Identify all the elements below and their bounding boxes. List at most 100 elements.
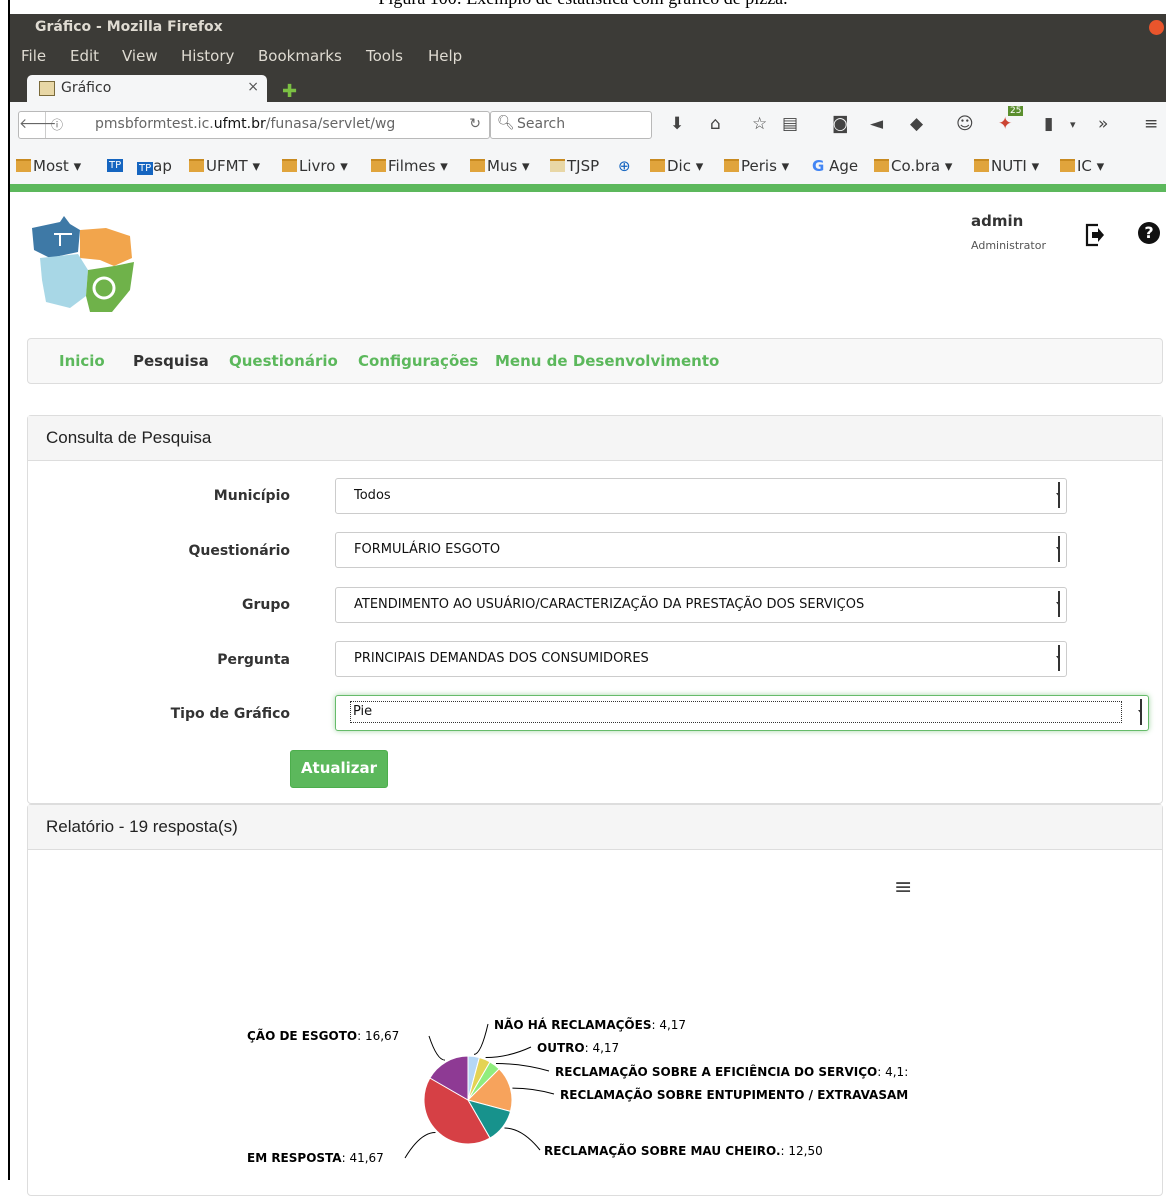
nav-pesquisa[interactable]: Pesquisa [133, 352, 209, 370]
bookmark-label: Age [829, 157, 859, 175]
bookmarks-bar: Most ▾ TP TP ap UFMT ▾ Livro ▾ Filmes ▾ M… [10, 148, 1166, 184]
grupo-select[interactable]: ATENDIMENTO AO USUÁRIO/CARACTERIZAÇÃO DA… [335, 587, 1067, 623]
figure-caption: Figura 100: Exemplo de estatística com g… [0, 0, 1166, 8]
menu-history[interactable]: History [181, 47, 234, 65]
pergunta-select[interactable]: PRINCIPAIS DEMANDAS DOS CONSUMIDORES [335, 641, 1067, 677]
questionario-label: Questionário [188, 543, 290, 559]
info-icon[interactable]: ⓘ [51, 116, 63, 133]
bookmark-ap[interactable]: TP ap [137, 157, 172, 175]
folder-icon [189, 159, 204, 172]
relatorio-panel: Relatório - 19 resposta(s) ≡ [27, 804, 1163, 1196]
bookmark-age[interactable]: G Age [812, 157, 858, 175]
bookmark-ic[interactable]: IC ▾ [1060, 157, 1104, 175]
chart-menu-icon[interactable]: ≡ [894, 875, 912, 900]
questionario-select[interactable]: FORMULÁRIO ESGOTO [335, 532, 1067, 568]
user-info: admin Administrator [971, 212, 1046, 252]
bookmark-tjsp[interactable]: TJSP [550, 157, 599, 175]
bookmark-nuti[interactable]: NUTI ▾ [974, 157, 1039, 175]
globe-icon[interactable]: ⊕ [618, 157, 631, 175]
folder-icon [974, 159, 989, 172]
tab-grafico[interactable]: Gráfico × [27, 75, 267, 102]
tp-icon[interactable]: TP [107, 159, 124, 172]
clipboard-icon[interactable]: ▮ [1044, 114, 1053, 134]
pie-label-6: EM RESPOSTA: 41,67 [247, 1151, 384, 1165]
menu-tools[interactable]: Tools [366, 47, 403, 65]
window-title: Gráfico - Mozilla Firefox [35, 19, 223, 35]
reload-icon[interactable]: ↻ [469, 116, 481, 132]
folder-icon [1060, 159, 1075, 172]
send-icon[interactable]: ◄ [870, 114, 883, 134]
tab-label: Gráfico [61, 80, 112, 96]
nav-inicio[interactable]: Inicio [59, 352, 105, 370]
funasa-logo [32, 216, 134, 312]
relatorio-title: Relatório - 19 resposta(s) [28, 805, 1162, 850]
slice-value: 4,17 [592, 1041, 620, 1055]
extension-icon[interactable]: ◆ [910, 114, 923, 134]
bookmark-label: TJSP [567, 157, 600, 175]
back-icon[interactable]: 🡐 [19, 112, 57, 138]
window-close-icon[interactable] [1149, 20, 1164, 35]
download-icon[interactable]: ⬇ [670, 114, 684, 134]
pie-label-0: ÇÃO DE ESGOTO: 16,67 [247, 1029, 400, 1043]
grupo-label: Grupo [241, 597, 290, 613]
search-input[interactable]: 🔍︎ Search [490, 111, 652, 139]
bookmark-label: IC [1077, 157, 1092, 175]
url-bar[interactable]: 🡐 ⓘ pmsbformtest.ic.ufmt.br/funasa/servl… [18, 111, 490, 139]
slice-label: RECLAMAÇÃO SOBRE A EFICIÊNCIA DO SERVIÇO [555, 1065, 878, 1079]
bookmark-cobra[interactable]: Co.bra ▾ [874, 157, 952, 175]
bookmark-mus[interactable]: Mus ▾ [470, 157, 530, 175]
logout-icon[interactable] [1084, 222, 1106, 248]
frame-border [8, 0, 10, 1180]
bookmark-label: Co.bra [891, 157, 941, 175]
tipo-grafico-label: Tipo de Gráfico [170, 706, 290, 722]
menu-file[interactable]: File [21, 47, 46, 65]
overflow-icon[interactable]: » [1098, 114, 1108, 134]
bookmark-peris[interactable]: Peris ▾ [724, 157, 789, 175]
new-tab-icon[interactable]: ✚ [282, 81, 297, 102]
dropdown-icon[interactable]: ▾ [1070, 118, 1076, 131]
slice-value: 41,67 [349, 1151, 384, 1165]
bookmark-filmes[interactable]: Filmes ▾ [371, 157, 448, 175]
tab-strip: Gráfico × ✚ [10, 72, 1166, 102]
bookmark-livro[interactable]: Livro ▾ [282, 157, 348, 175]
bookmark-dic[interactable]: Dic ▾ [650, 157, 703, 175]
chevron-down-icon [1054, 536, 1060, 562]
bookmark-ufmt[interactable]: UFMT ▾ [189, 157, 260, 175]
pergunta-label: Pergunta [217, 652, 290, 668]
bookmark-label: Livro [299, 157, 336, 175]
chevron-down-icon [1136, 699, 1142, 725]
reading-list-icon[interactable]: ▤ [782, 114, 798, 134]
tab-close-icon[interactable]: × [247, 79, 259, 95]
url-domain: ufmt.br [213, 116, 266, 132]
emoji-icon[interactable]: ☺ [956, 114, 974, 134]
pergunta-value: PRINCIPAIS DEMANDAS DOS CONSUMIDORES [354, 651, 649, 666]
help-icon[interactable]: ? [1138, 222, 1160, 244]
menu-help[interactable]: Help [428, 47, 462, 65]
atualizar-button[interactable]: Atualizar [290, 750, 388, 788]
home-icon[interactable]: ⌂ [710, 114, 721, 134]
municipio-select[interactable]: Todos [335, 478, 1067, 514]
addon-icon[interactable]: ✦ [998, 114, 1012, 134]
menu-edit[interactable]: Edit [70, 47, 99, 65]
slice-label: OUTRO [537, 1041, 585, 1055]
user-role: Administrator [971, 239, 1046, 252]
nav-configuracoes[interactable]: Configurações [358, 352, 478, 370]
nav-questionario[interactable]: Questionário [229, 352, 338, 370]
pocket-icon[interactable]: ◙ [832, 114, 849, 134]
pie-label-3: RECLAMAÇÃO SOBRE A EFICIÊNCIA DO SERVIÇO… [555, 1065, 909, 1079]
tipo-grafico-select[interactable]: Pie [335, 695, 1149, 731]
questionario-value: FORMULÁRIO ESGOTO [354, 542, 501, 557]
url-prefix: pmsbformtest.ic. [95, 116, 214, 132]
slice-value: 16,67 [364, 1029, 400, 1043]
menu-bookmarks[interactable]: Bookmarks [258, 47, 342, 65]
bookmark-star-icon[interactable]: ☆ [752, 114, 767, 134]
image-icon [550, 159, 565, 172]
bookmark-label: Mus [487, 157, 518, 175]
menu-view[interactable]: View [122, 47, 158, 65]
bookmark-most[interactable]: Most ▾ [16, 157, 81, 175]
slice-label: RECLAMAÇÃO SOBRE ENTUPIMENTO / EXTRAVASA… [560, 1088, 909, 1102]
search-placeholder: Search [517, 116, 566, 132]
nav-menu-desenvolvimento[interactable]: Menu de Desenvolvimento [495, 352, 719, 370]
slice-label: NÃO HÁ RECLAMAÇÕES [494, 1018, 652, 1032]
hamburger-menu-icon[interactable]: ≡ [1144, 114, 1158, 134]
